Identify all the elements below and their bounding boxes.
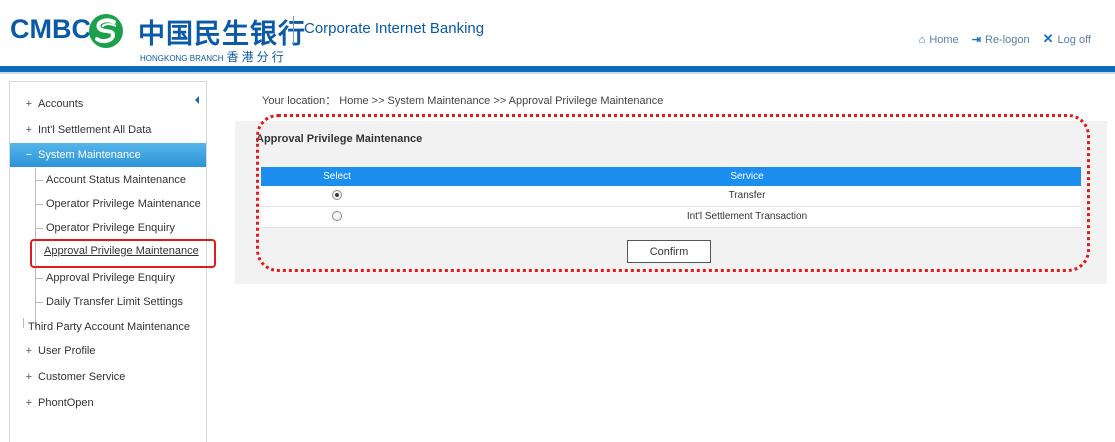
sidebar-item-label: Customer Service [38, 371, 126, 383]
header-divider [293, 16, 294, 44]
header: CMBC 中国民生银行 HONGKONG BRANCH 香港分行 Corporat… [0, 0, 1115, 66]
column-header-service: Service [730, 171, 764, 182]
branch-en: HONGKONG BRANCH [140, 54, 224, 63]
sidebar: + Accounts + Int'l Settlement All Data − Sy… [9, 81, 207, 442]
home-icon: ⌂ [918, 34, 926, 46]
home-link[interactable]: ⌂ Home [919, 34, 959, 46]
collapse-icon: − [25, 149, 32, 161]
page-title: Approval Privilege Maintenance [256, 133, 423, 145]
top-links: ⌂ Home ⇥ Re-logon ✕ Log off [909, 31, 1091, 47]
radio-transfer[interactable] [332, 190, 342, 201]
sidebar-subitem-daily-transfer-limit[interactable]: Daily Transfer Limit Settings [34, 291, 183, 313]
sidebar-item-label: Int'l Settlement All Data [38, 124, 152, 136]
sidebar-item-label: System Maintenance [38, 149, 141, 161]
sidebar-item-user-profile[interactable]: + User Profile [10, 339, 206, 363]
header-shadow-bar [0, 72, 1115, 74]
branch-label: HONGKONG BRANCH 香港分行 [140, 48, 287, 65]
service-cell: Transfer [728, 190, 766, 201]
sidebar-item-label: PhontOpen [38, 397, 94, 409]
expand-icon: + [25, 371, 32, 383]
service-cell: Int'l Settlement Transaction [686, 211, 808, 222]
table-header: Select Service [261, 167, 1081, 186]
relogon-icon: ⇥ [971, 34, 981, 46]
logoff-link-label: Log off [1057, 34, 1091, 46]
logo-chinese-name: 中国民生银行 [138, 19, 306, 50]
select-cell [261, 207, 413, 227]
relogon-link[interactable]: ⇥ Re-logon [972, 34, 1030, 46]
expand-icon: + [25, 397, 32, 409]
logo-text: CMBC [10, 14, 91, 44]
home-link-label: Home [929, 34, 959, 46]
sidebar-subitem-approval-privilege-enquiry[interactable]: Approval Privilege Enquiry [34, 267, 175, 289]
sidebar-item-accounts[interactable]: + Accounts [10, 92, 206, 116]
sidebar-subitem-operator-privilege-enquiry[interactable]: Operator Privilege Enquiry [34, 217, 175, 239]
breadcrumb: Your location： Home >> System Maintenanc… [262, 95, 664, 107]
column-header-select: Select [323, 171, 351, 182]
relogon-link-label: Re-logon [984, 34, 1030, 46]
app-title: Corporate Internet Banking [304, 20, 485, 37]
sidebar-item-label: Accounts [38, 98, 84, 110]
sidebar-item-customer-service[interactable]: + Customer Service [10, 365, 206, 389]
sidebar-subitem-third-party-account[interactable]: Third Party Account Maintenance [16, 316, 190, 338]
sidebar-subitem-operator-privilege-maintenance[interactable]: Operator Privilege Maintenance [34, 193, 201, 215]
confirm-button[interactable]: Confirm [627, 240, 711, 263]
cmbc-logo-icon [89, 14, 123, 48]
table-row: Int'l Settlement Transaction [261, 207, 1081, 228]
sidebar-item-label: User Profile [38, 345, 96, 357]
sidebar-subitem-account-status[interactable]: Account Status Maintenance [34, 169, 186, 191]
logoff-link[interactable]: ✕ Log off [1042, 31, 1091, 46]
sidebar-item-phontopen[interactable]: + PhontOpen [10, 391, 206, 415]
expand-icon: + [25, 345, 32, 357]
table-row: Transfer [261, 186, 1081, 207]
branch-cn: 香港分行 [226, 50, 287, 64]
expand-icon: + [25, 124, 32, 136]
sidebar-item-system-maintenance[interactable]: − System Maintenance [10, 143, 206, 167]
sidebar-collapse-arrow-icon[interactable] [195, 96, 199, 104]
sidebar-item-intl-settlement[interactable]: + Int'l Settlement All Data [10, 118, 206, 142]
sidebar-subitem-approval-privilege-maintenance[interactable]: Approval Privilege Maintenance [44, 245, 199, 257]
radio-intl-settlement[interactable] [332, 211, 342, 222]
expand-icon: + [25, 98, 32, 110]
close-icon: ✕ [1042, 31, 1054, 46]
select-cell [261, 186, 413, 206]
